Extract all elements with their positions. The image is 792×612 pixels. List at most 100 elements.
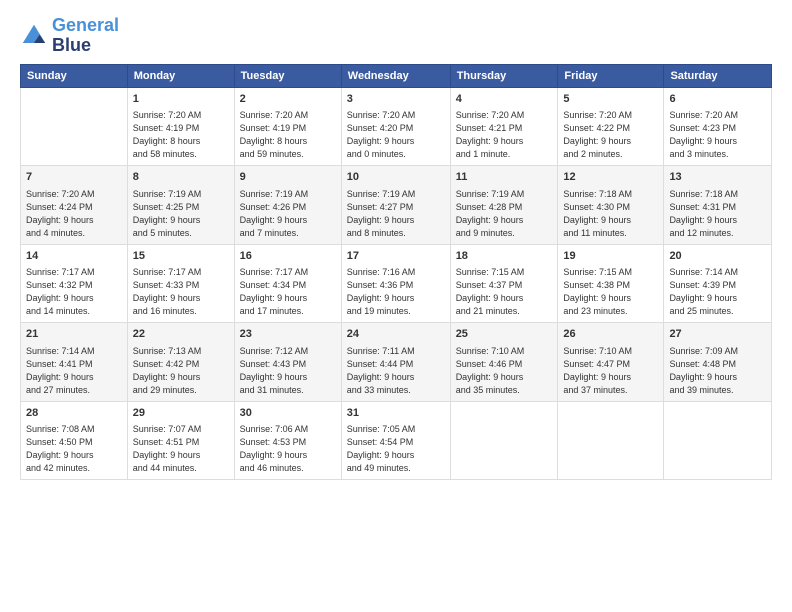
header-sunday: Sunday <box>21 64 128 87</box>
calendar-cell: 2 Sunrise: 7:20 AM Sunset: 4:19 PM Daylig… <box>234 87 341 166</box>
header: General Blue <box>20 16 772 56</box>
calendar-cell: 3 Sunrise: 7:20 AM Sunset: 4:20 PM Daylig… <box>341 87 450 166</box>
logo-icon <box>20 22 48 50</box>
day-info: Sunrise: 7:20 AM Sunset: 4:19 PM Dayligh… <box>240 109 336 161</box>
calendar-cell: 30 Sunrise: 7:06 AM Sunset: 4:53 PM Dayli… <box>234 401 341 480</box>
calendar-cell: 19 Sunrise: 7:15 AM Sunset: 4:38 PM Dayli… <box>558 244 664 323</box>
day-number: 6 <box>669 92 766 107</box>
day-number: 8 <box>133 170 229 185</box>
day-number: 2 <box>240 92 336 107</box>
day-info: Sunrise: 7:05 AM Sunset: 4:54 PM Dayligh… <box>347 423 445 475</box>
day-number: 20 <box>669 249 766 264</box>
calendar-cell: 23 Sunrise: 7:12 AM Sunset: 4:43 PM Dayli… <box>234 323 341 402</box>
day-number: 12 <box>563 170 658 185</box>
day-info: Sunrise: 7:17 AM Sunset: 4:33 PM Dayligh… <box>133 266 229 318</box>
calendar-cell: 8 Sunrise: 7:19 AM Sunset: 4:25 PM Daylig… <box>127 166 234 245</box>
calendar-cell: 7 Sunrise: 7:20 AM Sunset: 4:24 PM Daylig… <box>21 166 128 245</box>
day-info: Sunrise: 7:15 AM Sunset: 4:37 PM Dayligh… <box>456 266 553 318</box>
calendar-cell: 21 Sunrise: 7:14 AM Sunset: 4:41 PM Dayli… <box>21 323 128 402</box>
day-info: Sunrise: 7:14 AM Sunset: 4:39 PM Dayligh… <box>669 266 766 318</box>
week-row-2: 14Sunrise: 7:17 AM Sunset: 4:32 PM Dayli… <box>21 244 772 323</box>
day-info: Sunrise: 7:10 AM Sunset: 4:47 PM Dayligh… <box>563 345 658 397</box>
day-number: 7 <box>26 170 122 185</box>
calendar-cell: 26 Sunrise: 7:10 AM Sunset: 4:47 PM Dayli… <box>558 323 664 402</box>
calendar-cell: 25 Sunrise: 7:10 AM Sunset: 4:46 PM Dayli… <box>450 323 558 402</box>
calendar-cell: 14Sunrise: 7:17 AM Sunset: 4:32 PM Dayli… <box>21 244 128 323</box>
calendar-cell: 22 Sunrise: 7:13 AM Sunset: 4:42 PM Dayli… <box>127 323 234 402</box>
day-info: Sunrise: 7:20 AM Sunset: 4:23 PM Dayligh… <box>669 109 766 161</box>
logo-text: General Blue <box>52 16 119 56</box>
calendar-table: SundayMondayTuesdayWednesdayThursdayFrid… <box>20 64 772 481</box>
day-info: Sunrise: 7:14 AM Sunset: 4:41 PM Dayligh… <box>26 345 122 397</box>
calendar-cell: 4 Sunrise: 7:20 AM Sunset: 4:21 PM Daylig… <box>450 87 558 166</box>
calendar-cell: 5 Sunrise: 7:20 AM Sunset: 4:22 PM Daylig… <box>558 87 664 166</box>
calendar-cell: 20 Sunrise: 7:14 AM Sunset: 4:39 PM Dayli… <box>664 244 772 323</box>
day-number: 25 <box>456 327 553 342</box>
day-info: Sunrise: 7:18 AM Sunset: 4:30 PM Dayligh… <box>563 188 658 240</box>
day-info: Sunrise: 7:06 AM Sunset: 4:53 PM Dayligh… <box>240 423 336 475</box>
calendar-cell: 17Sunrise: 7:16 AM Sunset: 4:36 PM Dayli… <box>341 244 450 323</box>
week-row-4: 28 Sunrise: 7:08 AM Sunset: 4:50 PM Dayli… <box>21 401 772 480</box>
header-thursday: Thursday <box>450 64 558 87</box>
header-friday: Friday <box>558 64 664 87</box>
calendar-cell: 18 Sunrise: 7:15 AM Sunset: 4:37 PM Dayli… <box>450 244 558 323</box>
calendar-cell: 16Sunrise: 7:17 AM Sunset: 4:34 PM Dayli… <box>234 244 341 323</box>
week-row-0: 1Sunrise: 7:20 AM Sunset: 4:19 PM Daylig… <box>21 87 772 166</box>
day-info: Sunrise: 7:19 AM Sunset: 4:28 PM Dayligh… <box>456 188 553 240</box>
day-info: Sunrise: 7:15 AM Sunset: 4:38 PM Dayligh… <box>563 266 658 318</box>
day-info: Sunrise: 7:08 AM Sunset: 4:50 PM Dayligh… <box>26 423 122 475</box>
day-number: 13 <box>669 170 766 185</box>
day-info: Sunrise: 7:17 AM Sunset: 4:32 PM Dayligh… <box>26 266 122 318</box>
day-info: Sunrise: 7:13 AM Sunset: 4:42 PM Dayligh… <box>133 345 229 397</box>
calendar-cell: 15 Sunrise: 7:17 AM Sunset: 4:33 PM Dayli… <box>127 244 234 323</box>
day-number: 28 <box>26 406 122 421</box>
day-number: 23 <box>240 327 336 342</box>
day-info: Sunrise: 7:07 AM Sunset: 4:51 PM Dayligh… <box>133 423 229 475</box>
day-number: 30 <box>240 406 336 421</box>
day-number: 24 <box>347 327 445 342</box>
day-info: Sunrise: 7:18 AM Sunset: 4:31 PM Dayligh… <box>669 188 766 240</box>
day-number: 31 <box>347 406 445 421</box>
day-info: Sunrise: 7:20 AM Sunset: 4:20 PM Dayligh… <box>347 109 445 161</box>
day-info: Sunrise: 7:20 AM Sunset: 4:19 PM Dayligh… <box>133 109 229 161</box>
calendar-cell <box>21 87 128 166</box>
day-info: Sunrise: 7:20 AM Sunset: 4:21 PM Dayligh… <box>456 109 553 161</box>
day-number: 21 <box>26 327 122 342</box>
day-info: Sunrise: 7:20 AM Sunset: 4:22 PM Dayligh… <box>563 109 658 161</box>
calendar-cell: 6 Sunrise: 7:20 AM Sunset: 4:23 PM Daylig… <box>664 87 772 166</box>
calendar-cell <box>664 401 772 480</box>
day-info: Sunrise: 7:16 AM Sunset: 4:36 PM Dayligh… <box>347 266 445 318</box>
day-number: 19 <box>563 249 658 264</box>
day-number: 22 <box>133 327 229 342</box>
calendar-cell: 11 Sunrise: 7:19 AM Sunset: 4:28 PM Dayli… <box>450 166 558 245</box>
day-info: Sunrise: 7:10 AM Sunset: 4:46 PM Dayligh… <box>456 345 553 397</box>
header-saturday: Saturday <box>664 64 772 87</box>
header-tuesday: Tuesday <box>234 64 341 87</box>
day-number: 29 <box>133 406 229 421</box>
day-number: 18 <box>456 249 553 264</box>
day-number: 9 <box>240 170 336 185</box>
calendar-cell: 24 Sunrise: 7:11 AM Sunset: 4:44 PM Dayli… <box>341 323 450 402</box>
day-number: 26 <box>563 327 658 342</box>
day-info: Sunrise: 7:19 AM Sunset: 4:27 PM Dayligh… <box>347 188 445 240</box>
day-info: Sunrise: 7:17 AM Sunset: 4:34 PM Dayligh… <box>240 266 336 318</box>
calendar-cell: 27Sunrise: 7:09 AM Sunset: 4:48 PM Dayli… <box>664 323 772 402</box>
day-number: 4 <box>456 92 553 107</box>
day-info: Sunrise: 7:20 AM Sunset: 4:24 PM Dayligh… <box>26 188 122 240</box>
calendar-cell <box>450 401 558 480</box>
day-number: 3 <box>347 92 445 107</box>
calendar-cell: 1Sunrise: 7:20 AM Sunset: 4:19 PM Daylig… <box>127 87 234 166</box>
header-monday: Monday <box>127 64 234 87</box>
day-info: Sunrise: 7:11 AM Sunset: 4:44 PM Dayligh… <box>347 345 445 397</box>
calendar-cell <box>558 401 664 480</box>
day-info: Sunrise: 7:12 AM Sunset: 4:43 PM Dayligh… <box>240 345 336 397</box>
calendar-cell: 29 Sunrise: 7:07 AM Sunset: 4:51 PM Dayli… <box>127 401 234 480</box>
day-info: Sunrise: 7:19 AM Sunset: 4:25 PM Dayligh… <box>133 188 229 240</box>
day-number: 11 <box>456 170 553 185</box>
header-wednesday: Wednesday <box>341 64 450 87</box>
day-number: 5 <box>563 92 658 107</box>
logo: General Blue <box>20 16 119 56</box>
day-number: 27 <box>669 327 766 342</box>
calendar-cell: 28 Sunrise: 7:08 AM Sunset: 4:50 PM Dayli… <box>21 401 128 480</box>
day-number: 15 <box>133 249 229 264</box>
